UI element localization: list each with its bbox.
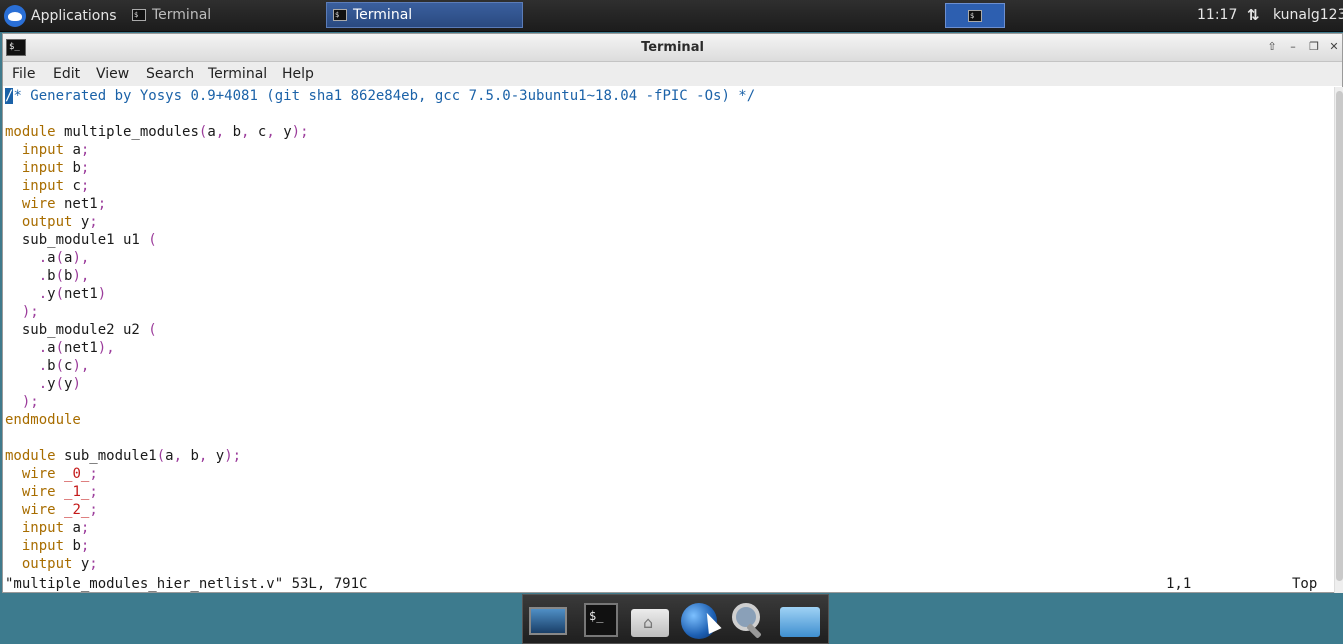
code-line: .a(a),: [38, 250, 90, 266]
code-line: wire _2_;: [21, 502, 98, 518]
status-scroll-position: Top: [1292, 576, 1318, 592]
close-icon[interactable]: ✕: [1326, 39, 1342, 55]
code-line: .y(y): [38, 376, 81, 392]
dock-terminal[interactable]: $_: [580, 599, 622, 641]
desktop-icon: [529, 607, 567, 635]
code-line: input b;: [21, 538, 90, 554]
dock: $_: [522, 594, 829, 644]
applications-label: Applications: [31, 7, 117, 24]
taskbar-item-label: Terminal: [353, 7, 413, 23]
workspace-pager[interactable]: $: [945, 3, 1005, 28]
taskbar-item-terminal-1[interactable]: $ Terminal: [126, 2, 322, 28]
xfce-logo-icon: [4, 4, 26, 27]
dock-app-finder[interactable]: [726, 599, 768, 641]
minimize-icon[interactable]: –: [1285, 39, 1301, 55]
code-line: input c;: [21, 178, 90, 194]
scrollbar-thumb[interactable]: [1336, 91, 1343, 581]
code-line: input a;: [21, 142, 90, 158]
code-line: wire _1_;: [21, 484, 98, 500]
code-line: endmodule: [5, 412, 81, 428]
dock-file-manager[interactable]: [778, 599, 820, 641]
top-panel: Applications $ Terminal $ Terminal $ 11:…: [0, 0, 1343, 32]
menu-view[interactable]: View: [96, 66, 129, 82]
window-title: Terminal: [641, 40, 704, 55]
menubar: File Edit View Search Terminal Help: [3, 62, 1342, 86]
status-cursor-position: 1,1: [1166, 576, 1192, 592]
maximize-icon[interactable]: ❐: [1306, 39, 1322, 55]
code-line: input a;: [21, 520, 90, 536]
dock-home-folder[interactable]: [629, 599, 671, 641]
code-line: );: [21, 304, 39, 320]
code-line: .a(net1),: [38, 340, 115, 356]
code-line: module multiple_modules(a, b, c, y);: [5, 124, 309, 140]
dock-show-desktop[interactable]: [527, 599, 569, 641]
code-line: /* Generated by Yosys 0.9+4081 (git sha1…: [5, 88, 756, 104]
home-folder-icon: [631, 609, 669, 637]
terminal-window: $_ Terminal ⇧ – ❐ ✕ File Edit View Searc…: [2, 33, 1343, 593]
code-line: wire net1;: [21, 196, 107, 212]
network-arrows-icon[interactable]: ⇅: [1247, 6, 1260, 24]
code-line: sub_module2 u2 (: [5, 322, 157, 338]
user-menu[interactable]: kunalg123: [1273, 7, 1343, 23]
taskbar-item-label: Terminal: [152, 7, 212, 23]
code-line: input b;: [21, 160, 90, 176]
applications-menu-button[interactable]: Applications: [4, 3, 117, 28]
code-line: );: [21, 394, 39, 410]
terminal-icon: $: [333, 9, 347, 21]
vim-status-line: "multiple_modules_hier_netlist.v" 53L, 7…: [3, 575, 1333, 593]
menu-terminal[interactable]: Terminal: [208, 66, 267, 82]
code-line: .b(c),: [38, 358, 90, 374]
code-line: module sub_module1(a, b, y);: [5, 448, 242, 464]
terminal-text-area[interactable]: /* Generated by Yosys 0.9+4081 (git sha1…: [3, 87, 1333, 575]
code-line: output y;: [21, 214, 98, 230]
window-titlebar[interactable]: $_ Terminal ⇧ – ❐ ✕: [3, 34, 1342, 62]
terminal-icon: $_: [584, 603, 618, 637]
menu-edit[interactable]: Edit: [53, 66, 80, 82]
code-line: .y(net1): [38, 286, 107, 302]
terminal-icon: $: [968, 9, 982, 22]
taskbar-item-terminal-2[interactable]: $ Terminal: [326, 2, 523, 28]
scrollbar[interactable]: [1334, 87, 1343, 593]
code-line: sub_module1 u1 (: [5, 232, 157, 248]
status-file-info: "multiple_modules_hier_netlist.v" 53L, 7…: [5, 576, 368, 592]
code-line: .b(b),: [38, 268, 90, 284]
folder-icon: [780, 607, 820, 637]
terminal-icon: $: [132, 9, 146, 21]
menu-file[interactable]: File: [12, 66, 35, 82]
menu-search[interactable]: Search: [146, 66, 194, 82]
menu-help[interactable]: Help: [282, 66, 314, 82]
code-line: wire _0_;: [21, 466, 98, 482]
code-line: output y;: [21, 556, 98, 572]
clock[interactable]: 11:17: [1197, 7, 1237, 23]
shade-icon[interactable]: ⇧: [1264, 39, 1280, 55]
